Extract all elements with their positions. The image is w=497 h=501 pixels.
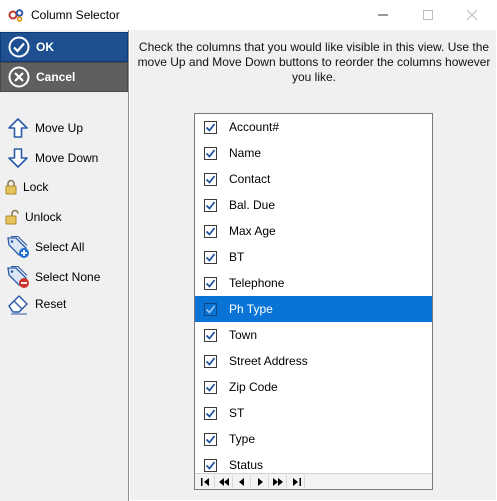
column-checkbox[interactable]: [204, 172, 217, 186]
arrow-up-icon: [6, 116, 30, 140]
column-label: Ph Type: [229, 302, 273, 316]
previous-page-icon[interactable]: [215, 475, 233, 488]
reset-button[interactable]: Reset: [6, 292, 66, 316]
column-label: Zip Code: [229, 380, 278, 394]
column-checkbox[interactable]: [204, 146, 217, 160]
ok-label: OK: [36, 40, 54, 54]
first-page-icon[interactable]: [197, 475, 215, 488]
column-label: Street Address: [229, 354, 308, 368]
unlock-label: Unlock: [25, 210, 62, 224]
column-label: Type: [229, 432, 256, 446]
column-row[interactable]: Name: [195, 140, 432, 166]
next-page-icon[interactable]: [269, 475, 287, 488]
record-navigator: [195, 473, 432, 489]
column-row[interactable]: Max Age: [195, 218, 432, 244]
column-checklist[interactable]: Account# Name Contact Bal. Due Max Age BT Tele…: [194, 113, 433, 490]
move-down-button[interactable]: Move Down: [6, 146, 98, 170]
check-circle-icon: [8, 36, 30, 58]
column-checkbox[interactable]: [204, 302, 217, 316]
column-label: Bal. Due: [229, 198, 276, 212]
unlock-button[interactable]: Unlock: [4, 205, 62, 229]
action-panel: OK Cancel Move Up Move Down Lock Unlock …: [0, 30, 129, 501]
move-up-label: Move Up: [35, 121, 84, 135]
column-checkbox[interactable]: [204, 458, 217, 472]
select-none-label: Select None: [35, 270, 101, 284]
window-title: Column Selector: [31, 8, 120, 22]
lock-label: Lock: [23, 180, 49, 194]
column-label: BT: [229, 250, 245, 264]
move-up-button[interactable]: Move Up: [6, 116, 83, 140]
lock-icon: [4, 175, 18, 199]
tags-remove-icon: [6, 265, 30, 289]
column-label: Max Age: [229, 224, 276, 238]
column-row[interactable]: Telephone: [195, 270, 432, 296]
column-row[interactable]: ST: [195, 400, 432, 426]
column-label: Town: [229, 328, 258, 342]
column-checkbox[interactable]: [204, 406, 217, 420]
column-row[interactable]: Account#: [195, 114, 432, 140]
title-bar: Column Selector: [0, 0, 497, 30]
column-label: Contact: [229, 172, 271, 186]
minimize-button[interactable]: [373, 6, 393, 24]
column-row[interactable]: BT: [195, 244, 432, 270]
lock-button[interactable]: Lock: [4, 175, 48, 199]
gears-icon: [8, 8, 24, 22]
column-checkbox[interactable]: [204, 276, 217, 290]
tags-add-icon: [6, 235, 30, 259]
close-button[interactable]: [462, 6, 482, 24]
close-circle-icon: [8, 66, 30, 88]
cancel-button[interactable]: Cancel: [0, 62, 128, 92]
previous-record-icon[interactable]: [233, 475, 251, 488]
column-row[interactable]: Town: [195, 322, 432, 348]
column-checkbox[interactable]: [204, 432, 217, 446]
column-row[interactable]: Ph Type: [195, 296, 432, 322]
column-checkbox[interactable]: [204, 354, 217, 368]
column-label: ST: [229, 406, 245, 420]
select-none-button[interactable]: Select None: [6, 265, 100, 289]
select-all-label: Select All: [35, 240, 85, 254]
select-all-button[interactable]: Select All: [6, 235, 84, 259]
column-checkbox[interactable]: [204, 198, 217, 212]
column-row[interactable]: Contact: [195, 166, 432, 192]
column-label: Account#: [229, 120, 280, 134]
last-page-icon[interactable]: [287, 475, 305, 488]
column-checkbox[interactable]: [204, 224, 217, 238]
column-row[interactable]: Type: [195, 426, 432, 452]
unlock-icon: [4, 205, 20, 229]
next-record-icon[interactable]: [251, 475, 269, 488]
cancel-label: Cancel: [36, 70, 76, 84]
column-checkbox[interactable]: [204, 250, 217, 264]
column-row[interactable]: Bal. Due: [195, 192, 432, 218]
reset-label: Reset: [35, 297, 67, 311]
arrow-down-icon: [6, 146, 30, 170]
instructions-text: Check the columns that you would like vi…: [137, 40, 491, 84]
column-label: Name: [229, 146, 262, 160]
column-checkbox[interactable]: [204, 120, 217, 134]
column-checkbox[interactable]: [204, 380, 217, 394]
maximize-button[interactable]: [418, 6, 438, 24]
move-down-label: Move Down: [35, 151, 99, 165]
column-row[interactable]: Street Address: [195, 348, 432, 374]
eraser-icon: [6, 292, 30, 316]
ok-button[interactable]: OK: [0, 32, 128, 62]
column-checkbox[interactable]: [204, 328, 217, 342]
column-label: Status: [229, 458, 264, 472]
column-row[interactable]: Zip Code: [195, 374, 432, 400]
column-label: Telephone: [229, 276, 285, 290]
